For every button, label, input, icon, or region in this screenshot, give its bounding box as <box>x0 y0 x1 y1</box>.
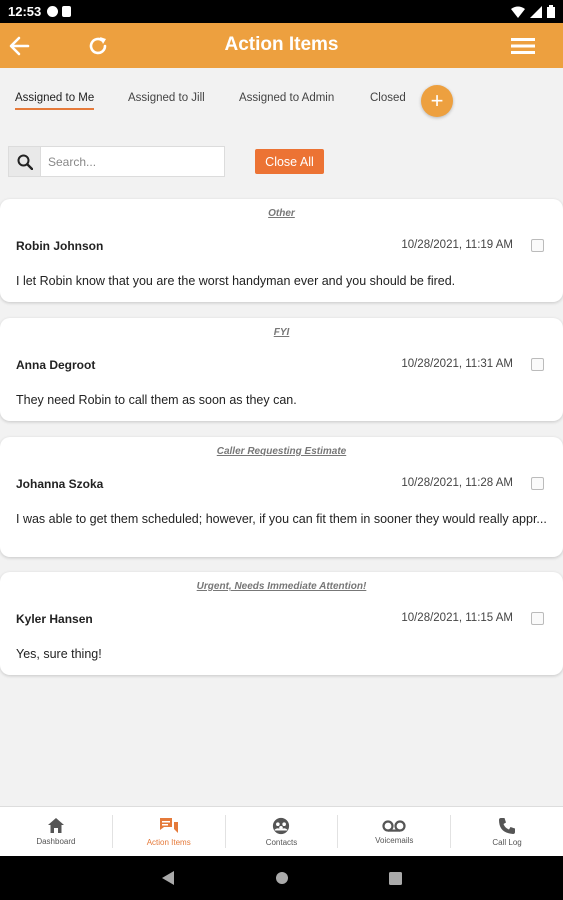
item-category: Caller Requesting Estimate <box>216 446 347 457</box>
search-box <box>8 146 225 177</box>
item-checkbox[interactable] <box>531 358 544 371</box>
item-timestamp: 10/28/2021, 11:15 AM <box>401 612 513 624</box>
nav-label: Voicemails <box>375 835 414 845</box>
nav-label: Dashboard <box>36 837 76 846</box>
voicemail-icon <box>382 819 406 832</box>
chat-icon <box>159 817 178 833</box>
action-item-card[interactable]: Other Robin Johnson 10/28/2021, 11:19 AM… <box>0 199 563 302</box>
item-caller-name: Anna Degroot <box>16 358 96 372</box>
sd-card-icon <box>62 6 72 17</box>
page-title: Action Items <box>224 34 339 55</box>
tab-assigned-to-admin[interactable]: Assigned to Admin <box>239 92 334 104</box>
menu-button[interactable] <box>508 31 538 61</box>
search-icon <box>9 147 41 176</box>
nav-call-log[interactable]: Call Log <box>451 815 563 848</box>
item-caller-name: Johanna Szoka <box>16 477 104 491</box>
nav-label: Call Log <box>492 837 522 847</box>
nav-contacts[interactable]: Contacts <box>226 815 339 848</box>
recents-square-icon[interactable] <box>389 871 402 885</box>
signal-icon <box>530 5 542 18</box>
item-checkbox[interactable] <box>531 612 544 625</box>
notification-icon <box>47 6 59 17</box>
status-time: 12:53 <box>8 4 42 19</box>
item-timestamp: 10/28/2021, 11:31 AM <box>401 358 513 370</box>
back-triangle-icon[interactable] <box>161 870 175 886</box>
item-timestamp: 10/28/2021, 11:19 AM <box>401 239 513 251</box>
item-caller-name: Kyler Hansen <box>16 612 93 626</box>
action-item-card[interactable]: Urgent, Needs Immediate Attention! Kyler… <box>0 572 563 675</box>
add-action-item-button[interactable]: + <box>421 85 453 117</box>
item-message: They need Robin to call them as soon as … <box>16 393 297 407</box>
tab-closed[interactable]: Closed <box>370 92 406 104</box>
item-category: FYI <box>273 327 290 338</box>
filter-tabs: Assigned to Me Assigned to Jill Assigned… <box>0 68 563 130</box>
item-message: I was able to get them scheduled; howeve… <box>16 512 547 526</box>
nav-label: Action Items <box>146 837 191 847</box>
plus-icon: + <box>430 88 444 113</box>
item-category: Urgent, Needs Immediate Attention! <box>196 581 367 592</box>
item-checkbox[interactable] <box>531 477 544 490</box>
item-message: I let Robin know that you are the worst … <box>16 274 456 288</box>
system-nav-bar <box>0 856 563 900</box>
item-caller-name: Robin Johnson <box>16 239 104 253</box>
wifi-icon <box>511 6 525 18</box>
tab-assigned-to-jill[interactable]: Assigned to Jill <box>128 92 205 104</box>
battery-icon <box>547 5 555 18</box>
hamburger-icon <box>511 38 535 54</box>
app-bar: Action Items <box>0 23 563 68</box>
item-timestamp: 10/28/2021, 11:28 AM <box>401 477 513 489</box>
home-circle-icon[interactable] <box>275 871 289 885</box>
status-bar: 12:53 <box>0 0 563 23</box>
action-item-card[interactable]: FYI Anna Degroot 10/28/2021, 11:31 AM Th… <box>0 318 563 421</box>
tab-assigned-to-me[interactable]: Assigned to Me <box>15 92 95 110</box>
nav-label: Contacts <box>265 837 298 847</box>
search-input[interactable] <box>41 147 224 176</box>
nav-action-items[interactable]: Action Items <box>113 815 226 848</box>
item-category: Other <box>268 208 295 219</box>
contacts-icon <box>273 817 290 834</box>
phone-icon <box>499 817 516 834</box>
bottom-nav: Dashboard Action Items Contacts Voicemai… <box>0 806 563 856</box>
close-all-button[interactable]: Close All <box>255 149 324 174</box>
action-item-card[interactable]: Caller Requesting Estimate Johanna Szoka… <box>0 437 563 557</box>
nav-voicemails[interactable]: Voicemails <box>338 815 452 848</box>
nav-dashboard[interactable]: Dashboard <box>0 815 113 848</box>
item-message: Yes, sure thing! <box>16 647 102 661</box>
item-checkbox[interactable] <box>531 239 544 252</box>
home-icon <box>47 818 64 833</box>
